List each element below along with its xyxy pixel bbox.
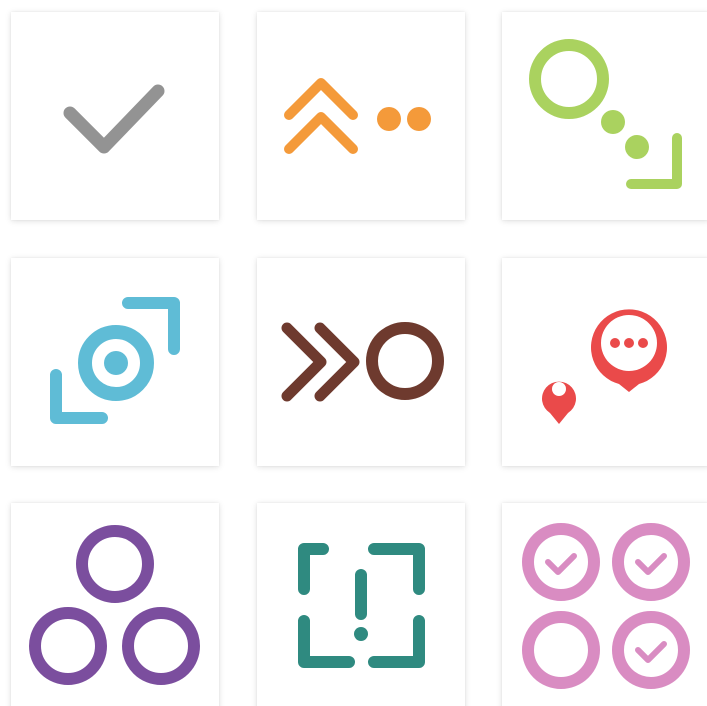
tile-three-circles[interactable] [11,503,219,706]
tile-circles-checks[interactable] [502,503,707,706]
tile-chevrons-dots[interactable] [257,12,465,220]
three-circles-icon [29,525,200,685]
tile-bracket-exclamation[interactable] [257,503,465,706]
tile-location-chat[interactable] [502,258,707,466]
double-chevron-up-dots-icon [284,78,431,154]
location-chat-bubble-icon [542,309,667,424]
tile-target-expand[interactable] [11,258,219,466]
double-chevron-right-circle-icon [281,322,444,402]
circles-checks-grid-icon [522,523,690,689]
target-expand-icon [50,297,180,424]
tile-chevrons-circle[interactable] [257,258,465,466]
checkmark-icon [63,84,165,154]
bracket-exclamation-icon [298,543,425,668]
tile-checkmark[interactable] [11,12,219,220]
tile-circle-dots-corner[interactable] [502,12,707,220]
icon-grid [0,0,707,706]
circle-dots-corner-icon [529,39,682,189]
